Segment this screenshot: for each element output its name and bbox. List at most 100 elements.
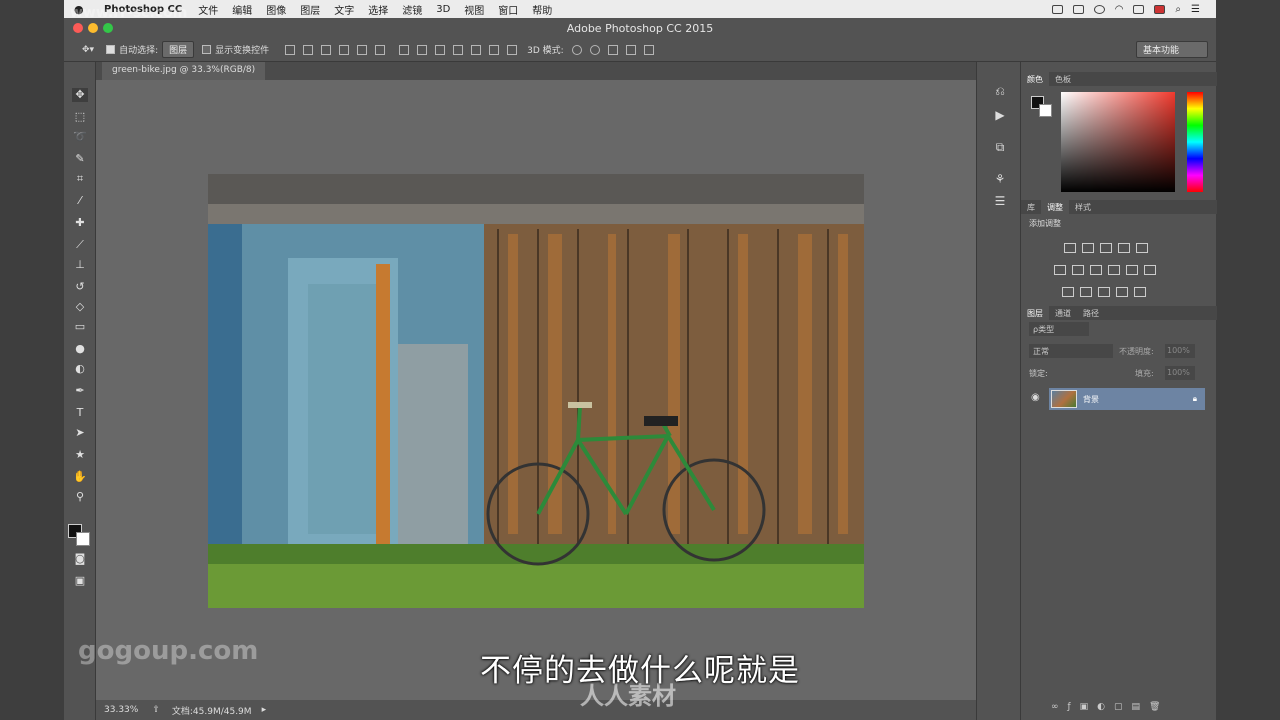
distribute-top-icon[interactable]: [399, 44, 410, 55]
type-icon[interactable]: T: [72, 406, 88, 420]
menu-edit[interactable]: 编辑: [232, 2, 252, 17]
hue-slider[interactable]: [1187, 92, 1203, 192]
3d-roll-icon[interactable]: [589, 44, 600, 55]
distribute-hcenter-icon[interactable]: [471, 44, 482, 55]
distribute-vcenter-icon[interactable]: [417, 44, 428, 55]
wifi-icon[interactable]: ◠: [1115, 4, 1124, 15]
menu-type[interactable]: 文字: [334, 2, 354, 17]
layer-row[interactable]: 背景 🔒︎: [1049, 388, 1205, 410]
auto-align-icon[interactable]: [507, 44, 518, 55]
vibrance-icon[interactable]: [1136, 243, 1148, 253]
menu-image[interactable]: 图像: [266, 2, 286, 17]
zoom-level[interactable]: 33.33%: [104, 705, 138, 715]
tab-paths[interactable]: 路径: [1077, 306, 1105, 320]
align-left-icon[interactable]: [339, 44, 350, 55]
align-vcenter-icon[interactable]: [303, 44, 314, 55]
zoom-window-icon[interactable]: [103, 23, 113, 33]
menu-file[interactable]: 文件: [198, 2, 218, 17]
quick-select-icon[interactable]: ✎: [72, 152, 88, 166]
align-right-icon[interactable]: [375, 44, 386, 55]
marquee-tool-icon[interactable]: ⬚: [72, 110, 88, 124]
actions-icon[interactable]: ▶: [993, 108, 1007, 122]
channel-mixer-icon[interactable]: [1126, 265, 1138, 275]
menu-layer[interactable]: 图层: [300, 2, 320, 17]
menu-help[interactable]: 帮助: [532, 2, 552, 17]
align-bottom-icon[interactable]: [321, 44, 332, 55]
posterize-icon[interactable]: [1080, 287, 1092, 297]
distribute-left-icon[interactable]: [453, 44, 464, 55]
photo-filter-icon[interactable]: [1108, 265, 1120, 275]
flag-icon[interactable]: [1154, 4, 1166, 14]
color-balance-icon[interactable]: [1072, 265, 1084, 275]
minimize-icon[interactable]: [88, 23, 98, 33]
tab-libraries[interactable]: 库: [1021, 200, 1041, 214]
invert-icon[interactable]: [1062, 287, 1074, 297]
notification-icon[interactable]: ☰: [1191, 4, 1200, 15]
threshold-icon[interactable]: [1098, 287, 1110, 297]
tab-channels[interactable]: 通道: [1049, 306, 1077, 320]
dropbox-icon[interactable]: [1072, 4, 1084, 14]
opacity-field[interactable]: 100%: [1165, 344, 1195, 358]
menu-window[interactable]: 窗口: [498, 2, 518, 17]
tab-layers[interactable]: 图层: [1021, 306, 1049, 320]
workspace-dropdown[interactable]: 基本功能: [1136, 41, 1208, 58]
dodge-icon[interactable]: ◐: [72, 362, 88, 376]
distribute-bottom-icon[interactable]: [435, 44, 446, 55]
battery-icon[interactable]: [1133, 4, 1145, 14]
history-icon[interactable]: ⎌: [993, 84, 1007, 98]
properties-icon[interactable]: ⧉: [993, 140, 1007, 154]
distribute-right-icon[interactable]: [489, 44, 500, 55]
align-top-icon[interactable]: [285, 44, 296, 55]
clone-stamp-icon[interactable]: ⊥: [72, 258, 88, 272]
move-tool-preset-icon[interactable]: ✥▾: [82, 45, 94, 55]
selective-color-icon[interactable]: [1134, 287, 1146, 297]
document-tab[interactable]: green-bike.jpg @ 33.3%(RGB/8): [102, 62, 266, 80]
blend-mode-dropdown[interactable]: 正常: [1029, 344, 1113, 358]
history-brush-icon[interactable]: ↺: [72, 280, 88, 294]
menu-filter[interactable]: 滤镜: [402, 2, 422, 17]
panel-bg-swatch[interactable]: [1039, 104, 1052, 117]
3d-scale-icon[interactable]: [643, 44, 654, 55]
hue-sat-icon[interactable]: [1054, 265, 1066, 275]
levels-icon[interactable]: [1082, 243, 1094, 253]
layer-filter-dropdown[interactable]: ρ类型: [1029, 322, 1089, 336]
quick-mask-icon[interactable]: ◙: [72, 552, 88, 566]
move-tool-icon[interactable]: ✥: [72, 88, 88, 102]
show-transform-checkbox[interactable]: [202, 45, 212, 54]
gradient-icon[interactable]: ▭: [72, 320, 88, 334]
brush-icon[interactable]: ⟋: [72, 238, 88, 252]
tab-styles[interactable]: 样式: [1069, 200, 1097, 214]
shape-icon[interactable]: ★: [72, 448, 88, 462]
close-icon[interactable]: [73, 23, 83, 33]
fill-field[interactable]: 100%: [1165, 366, 1195, 380]
exposure-icon[interactable]: [1118, 243, 1130, 253]
status-arrow-icon[interactable]: ▸: [262, 705, 267, 715]
layers-footer-icons[interactable]: ∞ƒ▣◐▢▤🗑︎: [1051, 702, 1169, 712]
spotlight-icon[interactable]: ⌕: [1175, 4, 1181, 15]
lasso-tool-icon[interactable]: ➰: [72, 130, 88, 144]
menu-3d[interactable]: 3D: [436, 4, 450, 15]
eraser-icon[interactable]: ◇: [72, 300, 88, 314]
visibility-eye-icon[interactable]: ◉: [1031, 392, 1040, 403]
brightness-icon[interactable]: [1064, 243, 1076, 253]
clock-icon[interactable]: [1093, 4, 1105, 14]
brush-settings-icon[interactable]: ⚘: [993, 172, 1007, 186]
layer-lock-icon[interactable]: 🔒︎: [1193, 394, 1197, 404]
pen-icon[interactable]: ✒: [72, 384, 88, 398]
background-color-swatch[interactable]: [76, 532, 90, 546]
tab-swatches[interactable]: 色板: [1049, 72, 1077, 86]
bw-icon[interactable]: [1090, 265, 1102, 275]
3d-drag-icon[interactable]: [607, 44, 618, 55]
color-lookup-icon[interactable]: [1144, 265, 1156, 275]
crop-tool-icon[interactable]: ⌗: [72, 172, 88, 186]
align-hcenter-icon[interactable]: [357, 44, 368, 55]
color-picker-field[interactable]: [1061, 92, 1175, 192]
curves-icon[interactable]: [1100, 243, 1112, 253]
gradient-map-icon[interactable]: [1116, 287, 1128, 297]
auto-select-checkbox[interactable]: [106, 45, 116, 54]
sliders-icon[interactable]: ☰: [993, 194, 1007, 208]
path-select-icon[interactable]: ➤: [72, 426, 88, 440]
healing-brush-icon[interactable]: ✚: [72, 216, 88, 230]
screen-mode-icon[interactable]: ▣: [72, 574, 88, 588]
eyedropper-icon[interactable]: ⁄: [72, 194, 88, 208]
